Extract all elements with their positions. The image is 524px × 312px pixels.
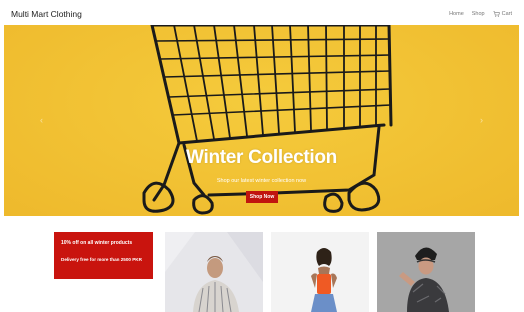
navbar: Multi Mart Clothing Home Shop Cart (0, 0, 524, 25)
cart-label: Cart (501, 11, 512, 17)
chevron-left-icon[interactable]: ‹ (40, 115, 43, 125)
nav-link-shop[interactable]: Shop (472, 11, 485, 17)
chevron-right-icon[interactable]: › (480, 115, 483, 125)
hero-carousel: ‹ › Winter Collection Shop our latest wi… (4, 25, 519, 216)
promo-card: 10% off on all winter products Delivery … (54, 232, 153, 279)
nav-link-home[interactable]: Home (449, 11, 464, 17)
promo-text: Delivery free for more than 2500 PKR (61, 257, 142, 262)
promo-title: 10% off on all winter products (61, 240, 133, 246)
nav-link-cart[interactable]: Cart (493, 11, 512, 17)
kid-in-beanie-jacket-photo (377, 232, 475, 312)
hero-title: Winter Collection (186, 147, 337, 168)
man-in-striped-shirt-photo (165, 232, 263, 312)
product-card[interactable] (271, 232, 369, 312)
woman-in-orange-top-photo (271, 232, 369, 312)
shop-now-button[interactable]: Shop Now (246, 191, 278, 203)
nav-links: Home Shop Cart (441, 11, 512, 17)
product-card[interactable] (377, 232, 475, 312)
product-card[interactable] (165, 232, 263, 312)
hero-subtitle: Shop our latest winter collection now (216, 178, 307, 184)
cart-icon (493, 11, 500, 17)
brand-logo-text[interactable]: Multi Mart Clothing (11, 9, 82, 19)
shopping-cart-hero-image (142, 25, 393, 215)
